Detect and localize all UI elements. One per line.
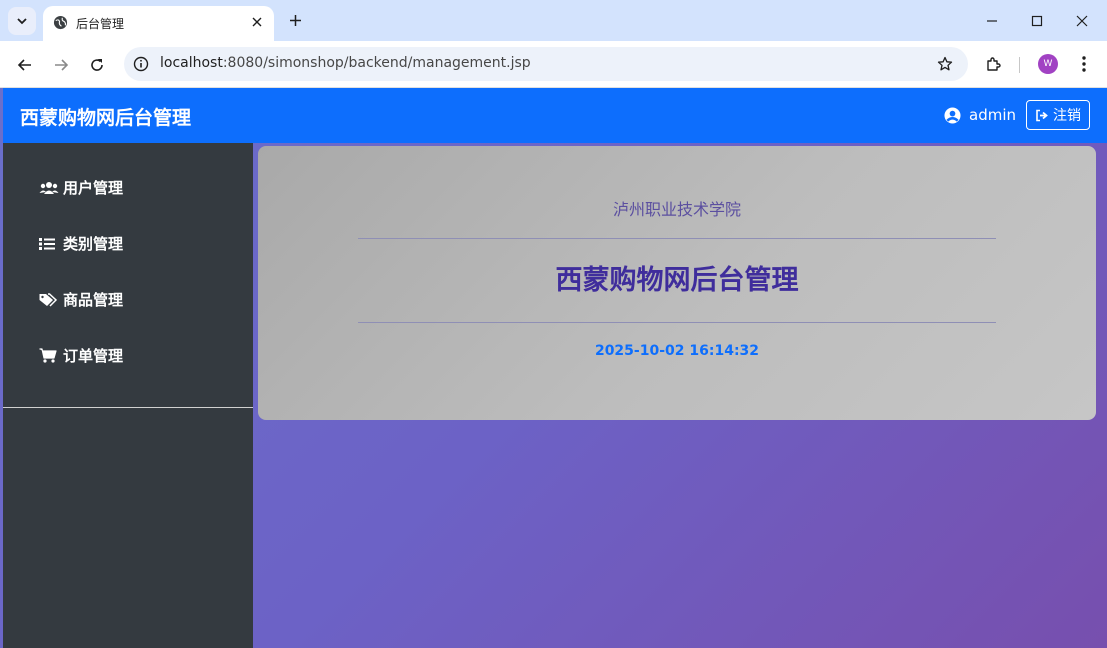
extensions-button[interactable] <box>982 52 1006 76</box>
tab-title: 后台管理 <box>76 17 125 31</box>
user-circle-icon <box>943 106 961 124</box>
url-host: localhost <box>160 55 223 71</box>
main-title: 西蒙购物网后台管理 <box>555 265 799 296</box>
sidebar-item-label: 订单管理 <box>63 347 124 365</box>
maximize-button[interactable] <box>1024 8 1050 34</box>
list-icon <box>39 236 59 252</box>
globe-icon <box>53 15 68 30</box>
sidebar-item-products[interactable]: 商品管理 <box>39 289 123 310</box>
sidebar-item-categories[interactable]: 类别管理 <box>39 233 123 254</box>
logout-label: 注销 <box>1053 108 1081 124</box>
puzzle-icon <box>987 57 1001 71</box>
sidebar: 用户管理 类别管理 商品管理 订单管理 <box>3 143 253 648</box>
close-icon <box>1076 15 1088 27</box>
browser-toolbar: localhost:8080/simonshop/backend/managem… <box>0 41 1107 88</box>
users-icon <box>39 180 59 196</box>
current-datetime: 2025-10-02 16:14:32 <box>594 343 760 359</box>
sidebar-item-label: 类别管理 <box>63 235 124 253</box>
plus-icon <box>289 14 301 26</box>
brand-title[interactable]: 西蒙购物网后台管理 <box>20 103 191 130</box>
browser-menu-button[interactable] <box>1072 52 1096 76</box>
maximize-icon <box>1031 15 1043 27</box>
sidebar-item-users[interactable]: 用户管理 <box>39 177 123 198</box>
cart-icon <box>39 348 59 364</box>
user-area: admin 注销 <box>943 100 1090 130</box>
close-window-button[interactable] <box>1069 8 1095 34</box>
reload-icon <box>91 59 103 71</box>
new-tab-button[interactable] <box>284 9 306 31</box>
toolbar-separator <box>1019 57 1020 73</box>
sign-out-icon <box>1035 108 1050 122</box>
sidebar-divider <box>3 407 253 408</box>
more-vert-icon <box>1082 56 1086 72</box>
page-viewport: 西蒙购物网后台管理 admin 注销 用户管理 类别管理 商品管理 订单管理 泸… <box>0 88 1107 648</box>
forward-button[interactable] <box>48 52 74 78</box>
chevron-down-icon <box>17 18 27 25</box>
arrow-left-icon <box>17 59 31 71</box>
arrow-right-icon <box>55 59 69 71</box>
site-info-icon[interactable] <box>132 55 150 73</box>
close-icon[interactable] <box>249 14 265 30</box>
username: admin <box>969 106 1016 124</box>
top-navbar: 西蒙购物网后台管理 admin 注销 <box>3 88 1107 143</box>
sidebar-item-orders[interactable]: 订单管理 <box>39 345 123 366</box>
back-button[interactable] <box>12 52 38 78</box>
divider-bottom <box>358 322 996 323</box>
browser-tabstrip: 后台管理 <box>0 0 1107 41</box>
bookmark-star-icon[interactable] <box>936 55 954 73</box>
sidebar-item-label: 用户管理 <box>63 179 124 197</box>
divider-top <box>358 238 996 239</box>
url-path: :8080/simonshop/backend/management.jsp <box>222 55 531 71</box>
minimize-button[interactable] <box>979 8 1005 34</box>
url-text: localhost:8080/simonshop/backend/managem… <box>160 55 531 71</box>
profile-avatar[interactable]: W <box>1038 54 1058 74</box>
minimize-icon <box>987 20 997 22</box>
logout-button[interactable]: 注销 <box>1026 100 1090 130</box>
tags-icon <box>39 292 59 308</box>
college-name: 泸州职业技术学院 <box>612 200 741 219</box>
browser-tab[interactable]: 后台管理 <box>43 6 274 41</box>
address-bar[interactable]: localhost:8080/simonshop/backend/managem… <box>124 47 968 81</box>
sidebar-item-label: 商品管理 <box>63 291 124 309</box>
reload-button[interactable] <box>84 52 110 78</box>
tab-search-button[interactable] <box>8 7 36 35</box>
welcome-card: 泸州职业技术学院 西蒙购物网后台管理 2025-10-02 16:14:32 <box>258 146 1096 420</box>
